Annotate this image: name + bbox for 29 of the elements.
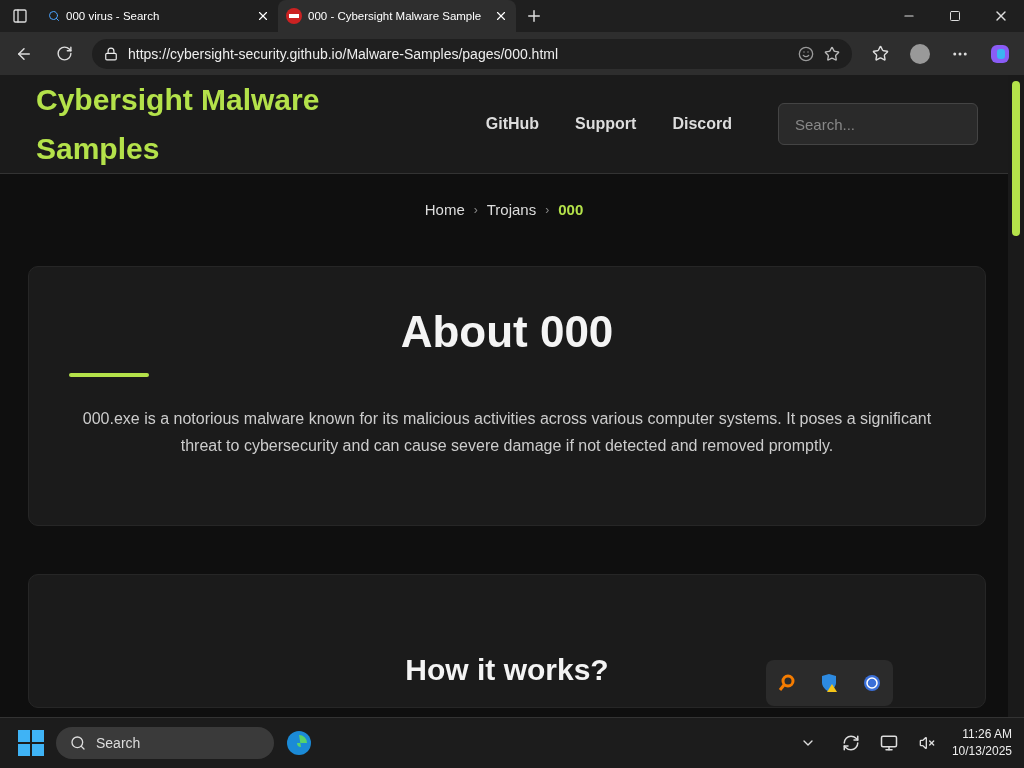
breadcrumb-link[interactable]: 000 [558,201,584,218]
lock-icon [104,46,118,61]
breadcrumb-separator: › [473,202,478,217]
magnifier-icon[interactable] [777,674,796,692]
browser-tab[interactable]: 000 virus - Search [40,0,278,32]
search-icon [70,735,86,751]
nav-link[interactable]: GitHub [485,115,540,133]
nav-link[interactable]: Discord [672,115,732,133]
nav-link[interactable]: Support [575,115,637,133]
section-heading: About 000 [400,307,614,357]
site-title[interactable]: Cybersight Malware Samples [36,75,366,173]
search-field[interactable]: Search... [778,103,978,145]
smiley-icon [798,45,814,62]
breadcrumb-link[interactable]: Home [424,201,465,218]
browser-tab[interactable]: 000 - Cybersight Malware Sample [278,0,516,32]
clock[interactable]: 11:26 AM 10/13/2025 [951,726,1012,760]
section-heading: How it works? [405,653,609,687]
close-icon [256,9,270,23]
windows-logo-icon[interactable] [18,730,44,756]
address-bar[interactable]: https://cybersight-security.github.io/Malware-Samples/pages/000.html [92,38,852,69]
close-icon [494,9,508,23]
browser-logo-icon[interactable] [286,730,312,756]
taskbar-search[interactable]: Search [56,727,274,759]
favorite-icon [824,45,840,62]
search-icon [48,10,60,22]
shield-warning-icon[interactable] [819,673,840,693]
breadcrumb-link[interactable]: Trojans [486,201,537,218]
breadcrumb-separator: › [545,202,550,217]
description-text: 000.exe is a notorious malware known for its malicious activities across various computer systems. It poses a significant threat to cybersecurity and can cause severe damage if not detected and removed promptly. [81,409,933,456]
